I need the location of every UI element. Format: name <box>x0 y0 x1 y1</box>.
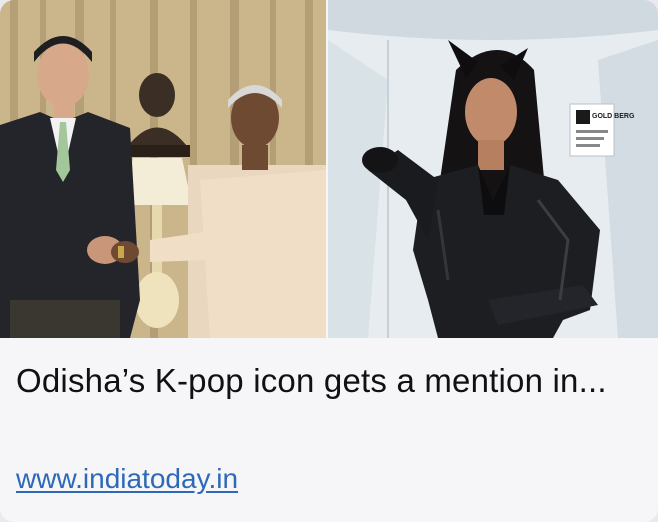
link-preview-card[interactable]: GOLD BERG Odisha’s K-pop icon gets a men… <box>0 0 658 522</box>
photo-handshake <box>0 0 326 338</box>
preview-text[interactable]: Odisha’s K-pop icon gets a mention in... <box>16 360 642 401</box>
preview-title[interactable]: Odisha’s K-pop icon gets a mention in... <box>16 360 642 401</box>
photo-leather-outfit: GOLD BERG <box>328 0 658 338</box>
sign-text: GOLD BERG <box>592 113 635 120</box>
preview-url-link[interactable]: www.indiatoday.in <box>16 462 238 496</box>
preview-images[interactable]: GOLD BERG <box>0 0 658 338</box>
